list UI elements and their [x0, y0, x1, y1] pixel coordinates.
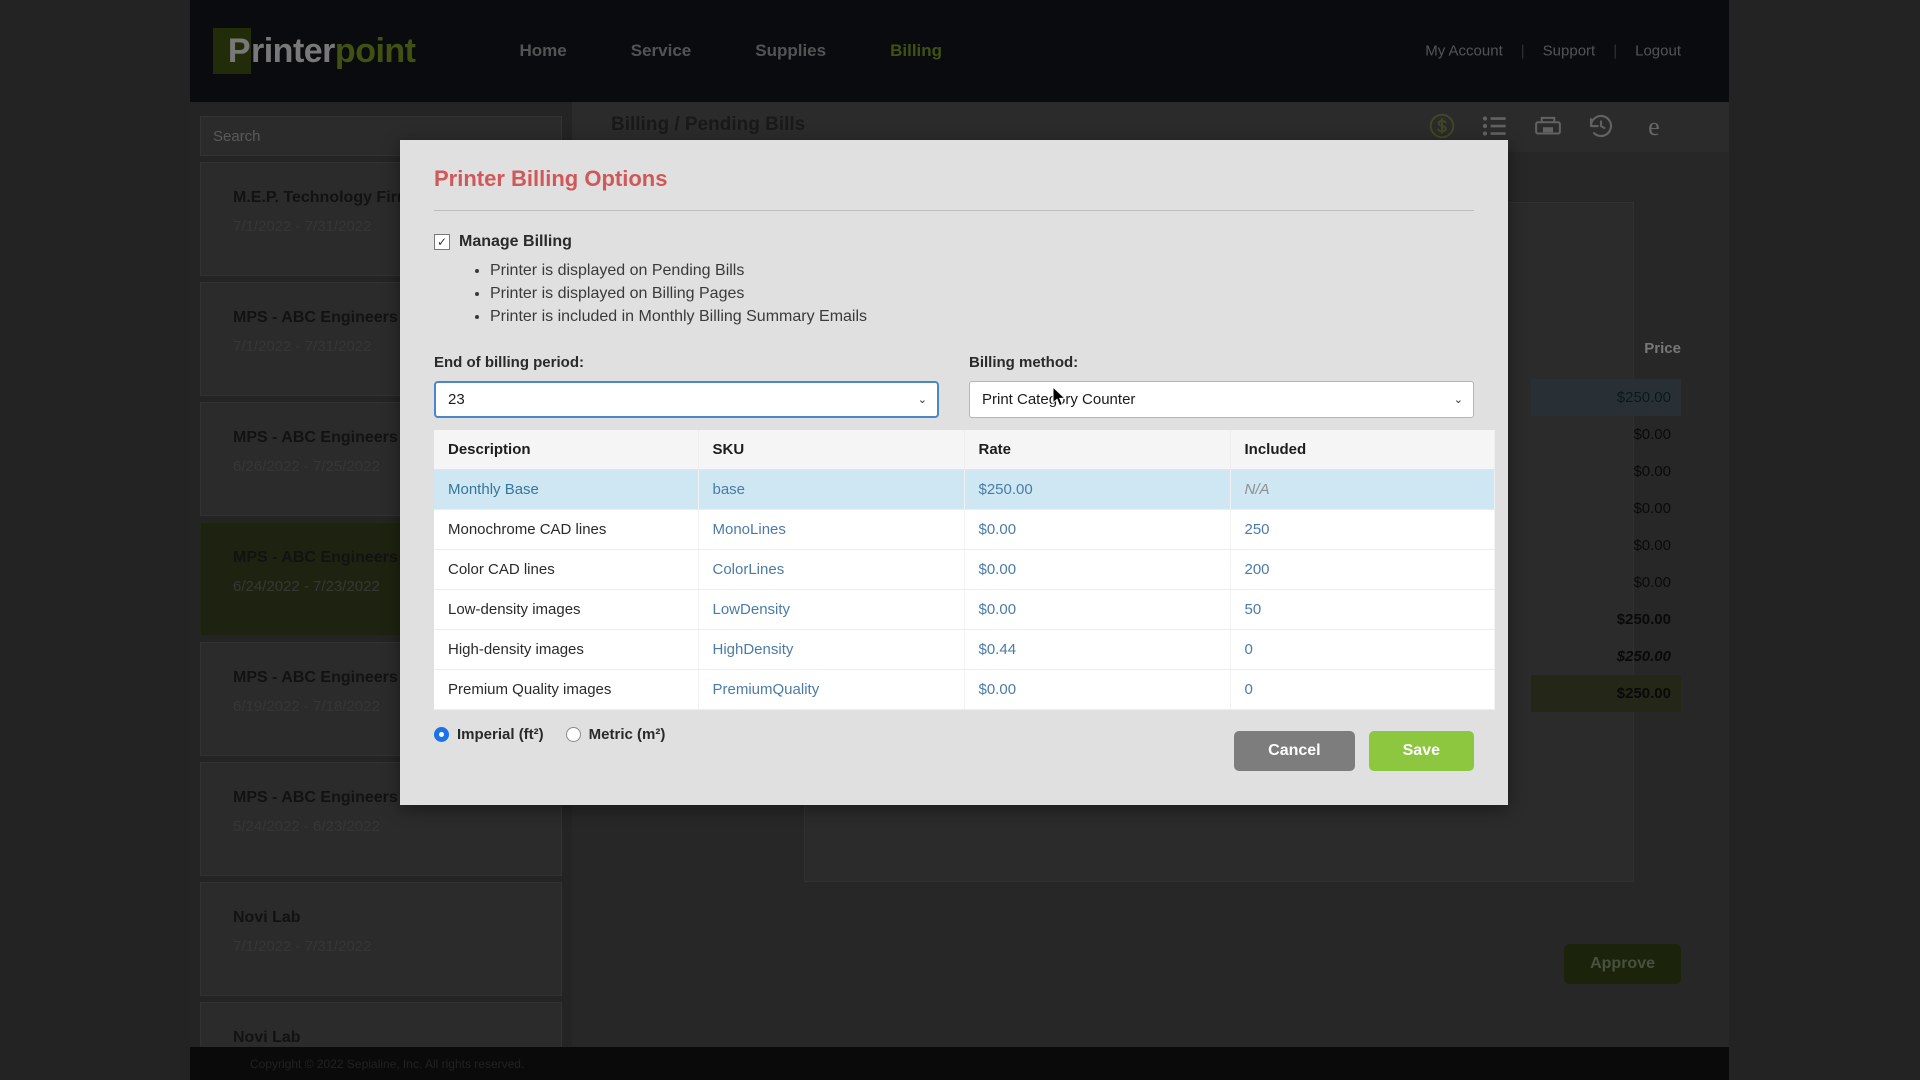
cancel-button[interactable]: Cancel	[1234, 731, 1355, 771]
cell-rate: $0.00	[964, 509, 1231, 550]
cell-sku: base	[698, 469, 965, 510]
dialog-actions: Cancel Save	[1234, 731, 1474, 771]
title-divider	[434, 210, 1474, 211]
cell-sku: ColorLines	[698, 549, 965, 590]
cell-sku: PremiumQuality	[698, 669, 965, 710]
manage-billing-bullets: Printer is displayed on Pending BillsPri…	[490, 259, 1474, 328]
cell-description: Monochrome CAD lines	[434, 509, 699, 550]
dialog-fields: End of billing period: 23 ⌄ Billing meth…	[434, 354, 1474, 418]
metric-label: Metric (m²)	[588, 726, 666, 743]
cell-description: Premium Quality images	[434, 669, 699, 710]
cell-rate: $0.00	[964, 589, 1231, 630]
bullet-item: Printer is included in Monthly Billing S…	[490, 305, 1474, 328]
table-row[interactable]: Premium Quality images PremiumQuality $0.0…	[434, 669, 1495, 710]
table-body: Monthly Base base $250.00 N/A Monochrome CAD…	[434, 469, 1495, 710]
table-header-row: Description SKU Rate Included	[434, 430, 1495, 470]
bullet-item: Printer is displayed on Billing Pages	[490, 282, 1474, 305]
billing-method-select[interactable]: Print Category Counter ⌄	[969, 381, 1474, 418]
table-row[interactable]: Monochrome CAD lines MonoLines $0.00 250	[434, 509, 1495, 550]
imperial-radio[interactable]	[434, 727, 449, 742]
cell-sku: LowDensity	[698, 589, 965, 630]
cell-rate: $250.00	[964, 469, 1231, 510]
save-button[interactable]: Save	[1368, 731, 1474, 771]
cell-included: 50	[1230, 589, 1495, 630]
end-of-billing-period-select[interactable]: 23 ⌄	[434, 381, 939, 418]
billing-method-field: Billing method: Print Category Counter ⌄	[969, 354, 1474, 418]
cell-included: 200	[1230, 549, 1495, 590]
cell-description: High-density images	[434, 629, 699, 670]
chevron-down-icon: ⌄	[1453, 394, 1463, 406]
imperial-label: Imperial (ft²)	[457, 726, 544, 743]
end-of-billing-period-label: End of billing period:	[434, 354, 584, 371]
dialog-title: Printer Billing Options	[434, 166, 668, 191]
cell-sku: MonoLines	[698, 509, 965, 550]
table-row[interactable]: Color CAD lines ColorLines $0.00 200	[434, 549, 1495, 590]
cell-rate: $0.44	[964, 629, 1231, 670]
table-row[interactable]: Low-density images LowDensity $0.00 50	[434, 589, 1495, 630]
app-root: Printer point Home Service Supplies Billi…	[0, 0, 1920, 1080]
chevron-down-icon: ⌄	[917, 394, 927, 406]
cell-included: 0	[1230, 669, 1495, 710]
table-row[interactable]: Monthly Base base $250.00 N/A	[434, 469, 1495, 510]
bullet-item: Printer is displayed on Pending Bills	[490, 259, 1474, 282]
cell-included: N/A	[1230, 469, 1495, 510]
cell-rate: $0.00	[964, 669, 1231, 710]
manage-billing-checkbox[interactable]: ✓	[434, 234, 450, 250]
column-header-rate: Rate	[964, 430, 1231, 470]
cell-sku: HighDensity	[698, 629, 965, 670]
column-header-included: Included	[1230, 430, 1495, 470]
billing-method-label: Billing method:	[969, 354, 1079, 371]
cell-rate: $0.00	[964, 549, 1231, 590]
table-row[interactable]: High-density images HighDensity $0.44 0	[434, 629, 1495, 670]
cell-description: Color CAD lines	[434, 549, 699, 590]
column-header-description: Description	[434, 430, 699, 470]
billing-options-table: Description SKU Rate Included Monthly Ba…	[434, 430, 1495, 710]
mouse-cursor	[1052, 385, 1068, 413]
end-of-billing-period-value: 23	[448, 391, 465, 408]
cell-description: Low-density images	[434, 589, 699, 630]
cell-included: 0	[1230, 629, 1495, 670]
column-header-sku: SKU	[698, 430, 965, 470]
manage-billing-row[interactable]: ✓ Manage Billing	[434, 233, 1474, 251]
end-of-billing-period-field: End of billing period: 23 ⌄	[434, 354, 939, 418]
manage-billing-label: Manage Billing	[459, 233, 572, 250]
printer-billing-options-dialog: Printer Billing Options ✓ Manage Billing…	[400, 140, 1508, 805]
metric-radio[interactable]	[565, 727, 581, 742]
cell-description: Monthly Base	[434, 469, 699, 510]
cell-included: 250	[1230, 509, 1495, 550]
